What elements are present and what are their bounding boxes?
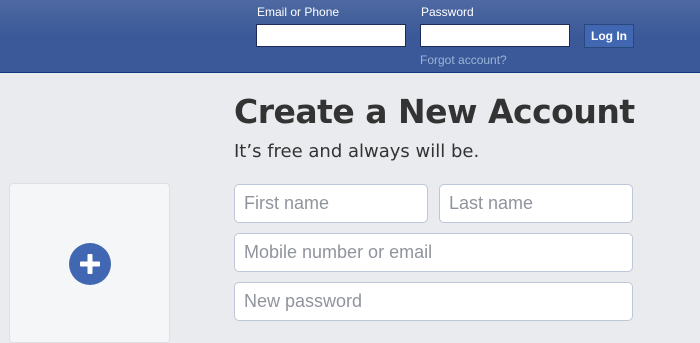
- email-label: Email or Phone: [257, 5, 340, 19]
- email-or-phone-input[interactable]: [256, 24, 406, 47]
- log-in-button[interactable]: Log In: [584, 24, 634, 48]
- plus-circle-icon[interactable]: [69, 243, 111, 285]
- page-subtitle: It’s free and always will be.: [234, 141, 480, 162]
- forgot-account-link[interactable]: Forgot account?: [420, 53, 507, 67]
- first-name-input[interactable]: [234, 184, 428, 223]
- mobile-or-email-input[interactable]: [234, 233, 633, 272]
- new-password-input[interactable]: [234, 282, 633, 321]
- profile-photo-panel: [9, 183, 170, 343]
- top-navigation-bar: Email or Phone Password Log In Forgot ac…: [0, 0, 700, 73]
- last-name-input[interactable]: [439, 184, 633, 223]
- password-input[interactable]: [420, 24, 570, 47]
- page-title: Create a New Account: [234, 92, 635, 131]
- password-label: Password: [421, 5, 474, 19]
